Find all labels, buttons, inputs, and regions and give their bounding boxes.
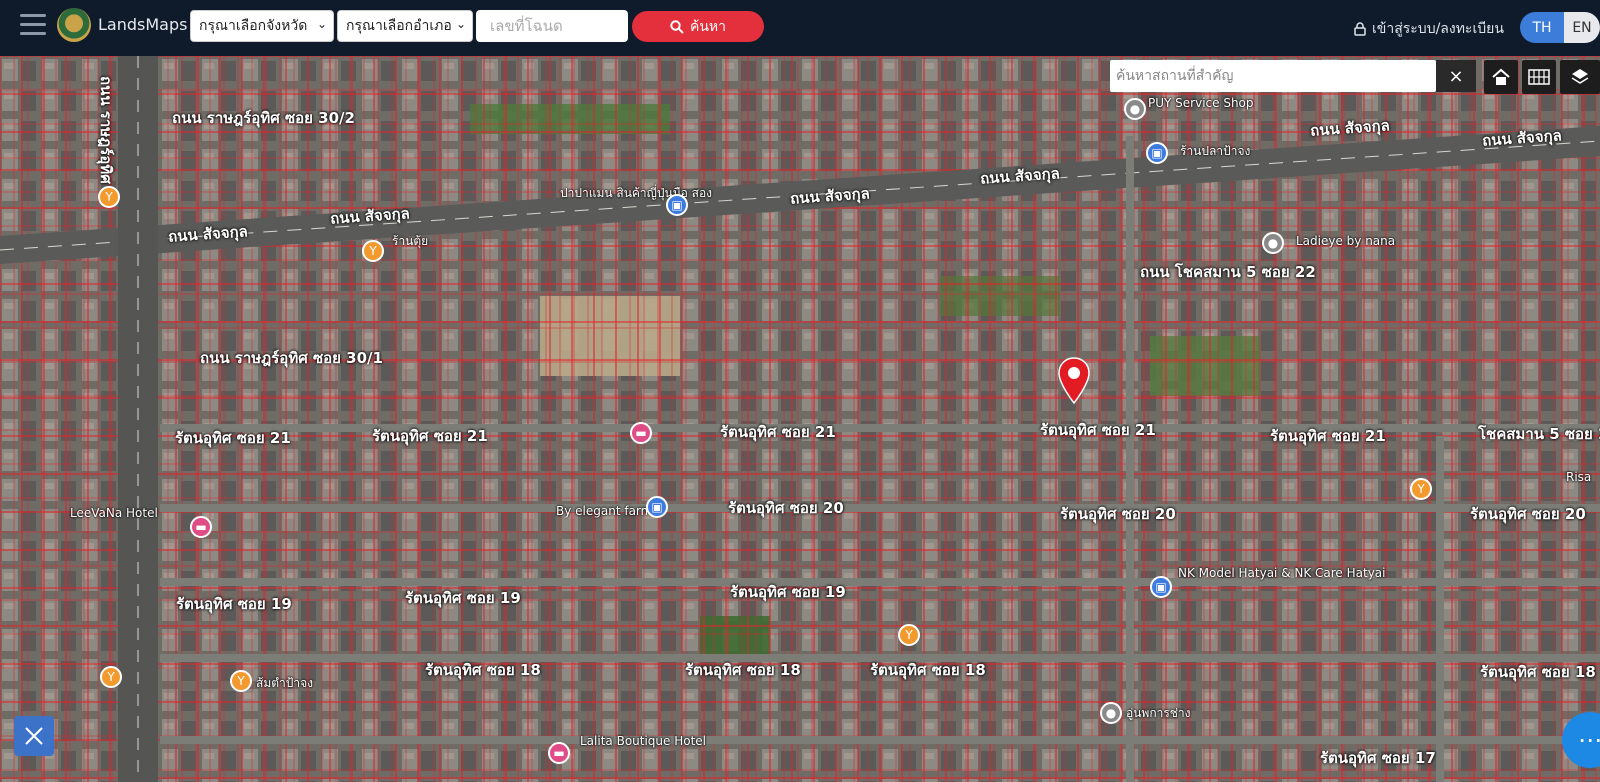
restaurant-icon[interactable]: Y [100, 666, 122, 688]
layers-icon [1571, 69, 1589, 84]
deed-number-input[interactable]: เลขที่โฉนด [476, 10, 628, 42]
layers-button[interactable] [1560, 60, 1600, 94]
province-select[interactable]: กรุณาเลือกจังหวัด ⌄ [190, 10, 334, 42]
shop-icon[interactable]: ▣ [1150, 576, 1172, 598]
road-label: รัตนอุทิศ ซอย 18 [685, 661, 801, 679]
poi-label: Ladieye by nana [1296, 234, 1396, 248]
province-select-label: กรุณาเลือกจังหวัด [199, 18, 308, 34]
menu-icon[interactable] [20, 14, 46, 36]
poi-label: Risa [1566, 470, 1592, 484]
road-label: ถนน ราษฎร์อุทิศ ซอย 30/2 [172, 109, 355, 127]
poi-label: NK Model Hatyai & NK Care Hatyai [1178, 566, 1386, 580]
hotel-icon[interactable]: ▬ [630, 422, 652, 444]
road-label: รัตนอุทิศ ซอย 17 [1320, 749, 1436, 767]
place-search-input[interactable]: ค้นหาสถานที่สำคัญ [1110, 60, 1436, 92]
login-link[interactable]: เข้าสู่ระบบ/ลงทะเบียน [1354, 18, 1504, 40]
landsmaps-logo[interactable] [57, 8, 91, 42]
login-label: เข้าสู่ระบบ/ลงทะเบียน [1372, 21, 1504, 37]
road-label: รัตนอุทิศ ซอย 20 [728, 499, 844, 517]
road-label: รัตนอุทิศ ซอย 20 [1060, 505, 1176, 523]
shop-icon[interactable]: ▣ [1146, 142, 1168, 164]
pin-icon[interactable]: ● [1100, 702, 1122, 724]
road-label: รัตนอุทิศ ซอย 19 [176, 595, 292, 613]
road-label: รัตนอุทิศ ซอย 21 [372, 427, 488, 445]
district-select-label: กรุณาเลือกอำเภอ [346, 18, 452, 34]
road-label: โชคสมาน 5 ซอย 2 [1478, 425, 1600, 443]
road-label: รัตนอุทิศ ซอย 19 [730, 583, 846, 601]
restaurant-icon[interactable]: Y [362, 240, 384, 262]
poi-label: LeeVaNa Hotel [70, 506, 158, 520]
home-button[interactable] [1484, 60, 1518, 94]
chevron-down-icon: ⌄ [455, 17, 466, 31]
pin-icon[interactable]: ● [1262, 232, 1284, 254]
road-label: รัตนอุทิศ ซอย 21 [1040, 421, 1156, 439]
poi-label: By elegant farm [556, 504, 653, 518]
poi-label: อู่นพการช่าง [1126, 706, 1191, 720]
restaurant-icon[interactable]: Y [98, 186, 120, 208]
road-label: ถนน ราษฎร์อุทิศ ซอย 30/1 [200, 349, 383, 367]
search-button[interactable]: ค้นหา [632, 11, 764, 42]
more-dots-icon: ⋯ [1578, 726, 1600, 754]
top-bar: LandsMaps กรุณาเลือกจังหวัด ⌄ กรุณาเลือก… [0, 0, 1600, 56]
poi-label: ร้านปลาป้าจง [1180, 144, 1251, 158]
road-label: รัตนอุทิศ ซอย 21 [175, 429, 291, 447]
road-label: รัตนอุทิศ ซอย 19 [405, 589, 521, 607]
ruler-icon [25, 727, 43, 745]
search-button-label: ค้นหา [689, 18, 727, 35]
hotel-icon[interactable]: ▬ [190, 516, 212, 538]
restaurant-icon[interactable]: Y [1410, 478, 1432, 500]
poi-label: PUY Service Shop [1148, 96, 1254, 110]
clear-search-button[interactable]: × [1436, 60, 1476, 92]
grid-button[interactable] [1522, 60, 1556, 94]
poi-label: ปาปาแมน สินค้าญี่ปุ่นมือ สอง [560, 186, 713, 200]
lang-en-button[interactable]: EN [1564, 12, 1600, 43]
restaurant-icon[interactable]: Y [898, 624, 920, 646]
measure-tool-button[interactable] [14, 716, 54, 756]
hotel-icon[interactable]: ▬ [548, 742, 570, 764]
poi-label: ร้านตุ้ย [392, 234, 429, 248]
pin-icon[interactable]: ● [1124, 98, 1146, 120]
road-label: รัตนอุทิศ ซอย 18 [870, 661, 986, 679]
road-label: รัตนอุทิศ ซอย 21 [1270, 427, 1386, 445]
road-label: รัตนอุทิศ ซอย 18 [1480, 663, 1596, 681]
grid-icon [1528, 69, 1550, 85]
brand-name: LandsMaps [98, 15, 188, 34]
district-select[interactable]: กรุณาเลือกอำเภอ ⌄ [337, 10, 473, 42]
shop-icon[interactable]: ▣ [646, 496, 668, 518]
shop-icon[interactable]: ▣ [666, 194, 688, 216]
lock-icon [1354, 22, 1366, 36]
restaurant-icon[interactable]: Y [230, 670, 252, 692]
location-marker-icon[interactable] [1056, 356, 1092, 406]
chevron-down-icon: ⌄ [316, 17, 327, 31]
road-label: ถนน โชคสมาน 5 ซอย 22 [1140, 263, 1316, 281]
poi-label: ส้มตำป้าจง [256, 676, 314, 690]
home-icon [1492, 68, 1510, 85]
road-label: ถนน ราษฎร์อุทิศ [97, 76, 115, 184]
search-icon [670, 19, 684, 34]
lang-th-button[interactable]: TH [1520, 12, 1564, 43]
road-label: รัตนอุทิศ ซอย 21 [720, 423, 836, 441]
map-canvas[interactable]: ถนน สัจจกุล ถนน สัจจกุล ถนน สัจจกุล ถนน … [0, 56, 1600, 782]
road-label: รัตนอุทิศ ซอย 20 [1470, 505, 1586, 523]
road-label: รัตนอุทิศ ซอย 18 [425, 661, 541, 679]
poi-label: Lalita Boutique Hotel [580, 734, 707, 748]
